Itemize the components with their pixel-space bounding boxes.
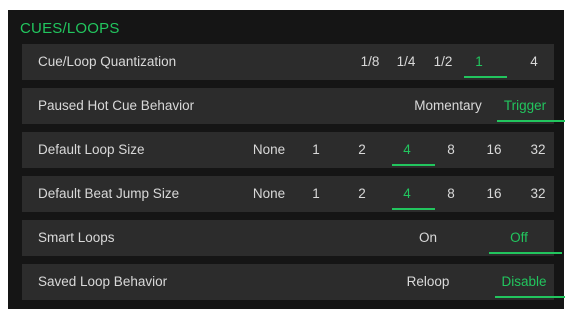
option-1[interactable]: 1 — [312, 176, 320, 212]
option-16[interactable]: 16 — [486, 176, 501, 212]
setting-label: Cue/Loop Quantization — [38, 54, 177, 69]
option-2[interactable]: 2 — [358, 176, 366, 212]
option-4[interactable]: 4 — [530, 44, 538, 80]
setting-label: Saved Loop Behavior — [38, 274, 168, 289]
option-1-selected[interactable]: 1 — [475, 44, 483, 80]
setting-row-default-beat-jump-size: Default Beat Jump Size None 1 2 4 8 16 32 — [22, 176, 554, 212]
selected-underline — [391, 208, 435, 210]
option-8[interactable]: 8 — [447, 176, 455, 212]
option-off-selected[interactable]: Off — [510, 220, 528, 256]
setting-row-saved-loop-behavior: Saved Loop Behavior Reloop Disable — [22, 264, 565, 300]
selected-underline — [488, 252, 562, 254]
option-trigger-selected[interactable]: Trigger — [504, 88, 546, 124]
setting-label: Paused Hot Cue Behavior — [38, 98, 195, 113]
option-momentary[interactable]: Momentary — [414, 88, 482, 124]
option-none[interactable]: None — [253, 176, 285, 212]
option-4-selected[interactable]: 4 — [403, 176, 411, 212]
selected-underline — [495, 296, 565, 298]
option-1-8[interactable]: 1/8 — [361, 44, 380, 80]
option-1-2[interactable]: 1/2 — [434, 44, 453, 80]
setting-row-cue-loop-quantization: Cue/Loop Quantization 1/8 1/4 1/2 1 4 — [22, 44, 554, 80]
option-8[interactable]: 8 — [447, 132, 455, 168]
option-1-4[interactable]: 1/4 — [397, 44, 416, 80]
option-4-selected[interactable]: 4 — [403, 132, 411, 168]
setting-label: Default Beat Jump Size — [38, 186, 180, 201]
setting-label: Smart Loops — [38, 230, 115, 245]
selected-underline — [497, 120, 565, 122]
option-16[interactable]: 16 — [486, 132, 501, 168]
option-reloop[interactable]: Reloop — [407, 264, 450, 300]
setting-row-paused-hot-cue-behavior: Paused Hot Cue Behavior Momentary Trigger — [22, 88, 565, 124]
option-none[interactable]: None — [253, 132, 285, 168]
cues-loops-panel: CUES/LOOPS Cue/Loop Quantization 1/8 1/4 1… — [8, 10, 565, 309]
option-32[interactable]: 32 — [530, 176, 545, 212]
option-32[interactable]: 32 — [530, 132, 545, 168]
setting-row-default-loop-size: Default Loop Size None 1 2 4 8 16 32 — [22, 132, 554, 168]
setting-row-smart-loops: Smart Loops On Off — [22, 220, 562, 256]
option-2[interactable]: 2 — [358, 132, 366, 168]
section-title: CUES/LOOPS — [20, 20, 120, 37]
option-on[interactable]: On — [419, 220, 437, 256]
selected-underline — [391, 164, 435, 166]
option-1[interactable]: 1 — [312, 132, 320, 168]
setting-label: Default Loop Size — [38, 142, 145, 157]
option-disable-selected[interactable]: Disable — [501, 264, 546, 300]
selected-underline — [463, 76, 507, 78]
